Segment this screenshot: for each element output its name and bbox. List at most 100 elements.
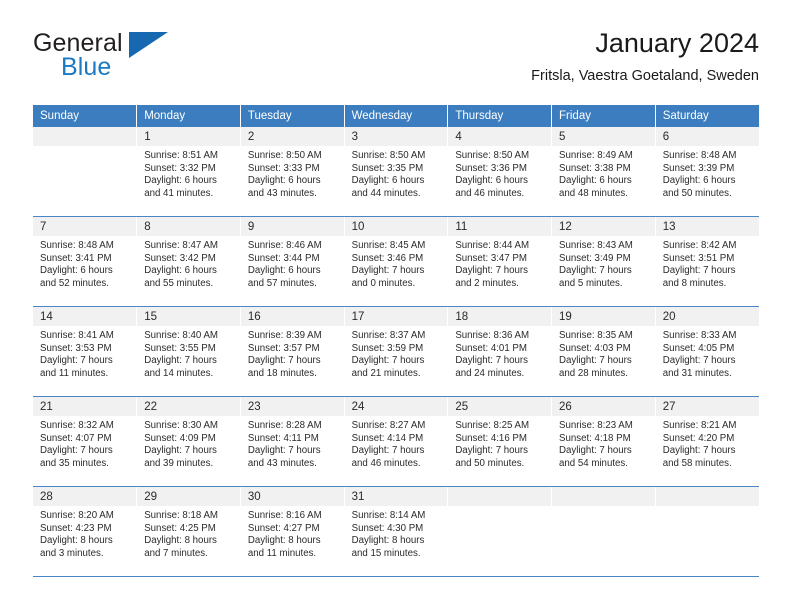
calendar-day-cell[interactable]: 10 Sunrise: 8:45 AM Sunset: 3:46 PM Dayligh…: [344, 216, 449, 307]
daylight-text-line2: and 8 minutes.: [662, 277, 727, 289]
daylight-text-line2: and 39 minutes.: [144, 457, 214, 469]
day-cell-details: [552, 506, 655, 510]
sunrise-text: Sunrise: 8:43 AM: [559, 240, 633, 251]
sunset-text: Sunset: 3:44 PM: [247, 252, 320, 264]
day-cell-details: Sunrise: 8:33 AM Sunset: 4:05 PM Daylight:…: [656, 326, 759, 380]
daylight-text-line1: Daylight: 7 hours: [351, 355, 425, 367]
calendar-day-cell-empty: [447, 486, 553, 577]
calendar-day-cell[interactable]: 13 Sunrise: 8:42 AM Sunset: 3:51 PM Dayligh…: [655, 216, 759, 307]
day-number: 24: [344, 397, 448, 416]
calendar-day-cell[interactable]: 7 Sunrise: 8:48 AM Sunset: 3:41 PM Daylight…: [33, 216, 138, 307]
calendar-grid: Sunday Monday Tuesday Wednesday Thursday…: [33, 105, 759, 577]
daylight-text-line2: and 43 minutes.: [247, 457, 317, 469]
calendar-header-row: Sunday Monday Tuesday Wednesday Thursday…: [33, 105, 759, 127]
day-number: 8: [137, 217, 240, 236]
sunset-text: Sunset: 3:59 PM: [351, 342, 424, 354]
page-header: General Blue January 2024 Fritsla, Vaest…: [33, 26, 759, 96]
day-cell-details: Sunrise: 8:45 AM Sunset: 3:46 PM Daylight:…: [345, 236, 448, 290]
calendar-week-row: 21 Sunrise: 8:32 AM Sunset: 4:07 PM Dayligh…: [33, 396, 759, 487]
sunrise-text: Sunrise: 8:20 AM: [40, 510, 114, 521]
calendar-day-cell[interactable]: 17 Sunrise: 8:37 AM Sunset: 3:59 PM Dayligh…: [344, 306, 449, 397]
daylight-text-line1: Daylight: 8 hours: [40, 535, 113, 547]
calendar-day-cell[interactable]: 31 Sunrise: 8:14 AM Sunset: 4:30 PM Dayligh…: [344, 486, 449, 577]
daylight-text-line1: Daylight: 8 hours: [144, 535, 217, 547]
sunrise-text: Sunrise: 8:48 AM: [662, 150, 737, 161]
calendar-day-cell[interactable]: 9 Sunrise: 8:46 AM Sunset: 3:44 PM Daylight…: [240, 216, 345, 307]
weekday-header-wednesday: Wednesday: [344, 105, 449, 127]
calendar-day-cell[interactable]: 8 Sunrise: 8:47 AM Sunset: 3:42 PM Daylight…: [136, 216, 241, 307]
sunset-text: Sunset: 4:27 PM: [247, 522, 320, 534]
sunset-text: Sunset: 4:30 PM: [351, 522, 424, 534]
daylight-text-line2: and 46 minutes.: [351, 457, 421, 469]
calendar-day-cell[interactable]: 22 Sunrise: 8:30 AM Sunset: 4:09 PM Dayligh…: [136, 396, 241, 487]
daylight-text-line1: Daylight: 7 hours: [40, 445, 113, 457]
sunset-text: Sunset: 4:09 PM: [144, 432, 216, 444]
day-cell-details: Sunrise: 8:47 AM Sunset: 3:42 PM Daylight:…: [137, 236, 240, 290]
sunrise-text: Sunrise: 8:28 AM: [247, 420, 322, 431]
calendar-day-cell[interactable]: 2 Sunrise: 8:50 AM Sunset: 3:33 PM Daylight…: [240, 127, 345, 217]
calendar-day-cell[interactable]: 28 Sunrise: 8:20 AM Sunset: 4:23 PM Dayligh…: [33, 486, 138, 577]
calendar-day-cell[interactable]: 26 Sunrise: 8:23 AM Sunset: 4:18 PM Dayligh…: [551, 396, 656, 487]
day-cell-details: Sunrise: 8:43 AM Sunset: 3:49 PM Daylight:…: [552, 236, 655, 290]
calendar-day-cell[interactable]: 6 Sunrise: 8:48 AM Sunset: 3:39 PM Daylight…: [655, 127, 759, 217]
calendar-day-cell-empty: [33, 127, 138, 217]
calendar-day-cell[interactable]: 29 Sunrise: 8:18 AM Sunset: 4:25 PM Dayligh…: [136, 486, 241, 577]
calendar-day-cell[interactable]: 24 Sunrise: 8:27 AM Sunset: 4:14 PM Dayligh…: [344, 396, 449, 487]
day-number: 22: [137, 397, 240, 416]
calendar-day-cell[interactable]: 23 Sunrise: 8:28 AM Sunset: 4:11 PM Dayligh…: [240, 396, 345, 487]
sunrise-text: Sunrise: 8:50 AM: [247, 150, 322, 161]
sunset-text: Sunset: 3:49 PM: [559, 252, 631, 264]
calendar-day-cell[interactable]: 3 Sunrise: 8:50 AM Sunset: 3:35 PM Daylight…: [344, 127, 449, 217]
daylight-text-line1: Daylight: 7 hours: [455, 355, 529, 367]
calendar-week-row: 14 Sunrise: 8:41 AM Sunset: 3:53 PM Dayligh…: [33, 306, 759, 397]
calendar-day-cell[interactable]: 14 Sunrise: 8:41 AM Sunset: 3:53 PM Dayligh…: [33, 306, 138, 397]
day-cell-inner: 3 Sunrise: 8:50 AM Sunset: 3:35 PM Daylight…: [344, 127, 448, 216]
calendar-day-cell[interactable]: 15 Sunrise: 8:40 AM Sunset: 3:55 PM Dayligh…: [136, 306, 241, 397]
sunrise-text: Sunrise: 8:46 AM: [247, 240, 322, 251]
calendar-day-cell[interactable]: 30 Sunrise: 8:16 AM Sunset: 4:27 PM Dayligh…: [240, 486, 345, 577]
day-number: 29: [137, 487, 240, 506]
day-cell-inner: 27 Sunrise: 8:21 AM Sunset: 4:20 PM Dayligh…: [655, 397, 759, 486]
weekday-header-friday: Friday: [551, 105, 656, 127]
day-number: 16: [240, 307, 344, 326]
day-cell-inner: 18 Sunrise: 8:36 AM Sunset: 4:01 PM Dayligh…: [448, 307, 552, 396]
daylight-text-line2: and 11 minutes.: [247, 547, 317, 559]
calendar-day-cell[interactable]: 21 Sunrise: 8:32 AM Sunset: 4:07 PM Dayligh…: [33, 396, 138, 487]
day-cell-details: Sunrise: 8:48 AM Sunset: 3:41 PM Daylight:…: [33, 236, 136, 290]
day-cell-inner: 13 Sunrise: 8:42 AM Sunset: 3:51 PM Dayligh…: [655, 217, 759, 306]
day-number: [552, 487, 655, 506]
daylight-text-line2: and 0 minutes.: [351, 277, 416, 289]
daylight-text-line1: Daylight: 6 hours: [40, 265, 113, 277]
day-number: 20: [655, 307, 759, 326]
day-cell-inner: 21 Sunrise: 8:32 AM Sunset: 4:07 PM Dayligh…: [33, 397, 137, 486]
calendar-day-cell[interactable]: 4 Sunrise: 8:50 AM Sunset: 3:36 PM Daylight…: [447, 127, 553, 217]
calendar-day-cell[interactable]: 19 Sunrise: 8:35 AM Sunset: 4:03 PM Dayligh…: [551, 306, 656, 397]
calendar-day-cell[interactable]: 27 Sunrise: 8:21 AM Sunset: 4:20 PM Dayligh…: [655, 396, 759, 487]
day-cell-inner: 16 Sunrise: 8:39 AM Sunset: 3:57 PM Dayligh…: [240, 307, 344, 396]
calendar-day-cell[interactable]: 5 Sunrise: 8:49 AM Sunset: 3:38 PM Daylight…: [551, 127, 656, 217]
day-number: 21: [33, 397, 137, 416]
day-cell-details: Sunrise: 8:27 AM Sunset: 4:14 PM Daylight:…: [345, 416, 448, 470]
day-cell-inner: 14 Sunrise: 8:41 AM Sunset: 3:53 PM Dayligh…: [33, 307, 137, 396]
calendar-day-cell[interactable]: 18 Sunrise: 8:36 AM Sunset: 4:01 PM Dayligh…: [447, 306, 553, 397]
day-number: 15: [137, 307, 240, 326]
calendar-day-cell[interactable]: 25 Sunrise: 8:25 AM Sunset: 4:16 PM Dayligh…: [447, 396, 553, 487]
day-cell-details: Sunrise: 8:44 AM Sunset: 3:47 PM Daylight:…: [448, 236, 551, 290]
day-number: 5: [552, 127, 655, 146]
daylight-text-line1: Daylight: 7 hours: [662, 265, 736, 277]
day-number: 17: [344, 307, 448, 326]
sunrise-text: Sunrise: 8:49 AM: [559, 150, 633, 161]
day-number: 2: [240, 127, 344, 146]
day-number: 23: [240, 397, 344, 416]
daylight-text-line1: Daylight: 8 hours: [247, 535, 321, 547]
calendar-day-cell[interactable]: 16 Sunrise: 8:39 AM Sunset: 3:57 PM Dayligh…: [240, 306, 345, 397]
day-cell-inner: 6 Sunrise: 8:48 AM Sunset: 3:39 PM Daylight…: [655, 127, 759, 216]
daylight-text-line1: Daylight: 6 hours: [662, 175, 736, 187]
calendar-day-cell[interactable]: 20 Sunrise: 8:33 AM Sunset: 4:05 PM Dayligh…: [655, 306, 759, 397]
day-cell-inner: 7 Sunrise: 8:48 AM Sunset: 3:41 PM Daylight…: [33, 217, 137, 306]
calendar-day-cell[interactable]: 12 Sunrise: 8:43 AM Sunset: 3:49 PM Dayligh…: [551, 216, 656, 307]
day-number: 14: [33, 307, 137, 326]
sunrise-text: Sunrise: 8:41 AM: [40, 330, 114, 341]
calendar-day-cell[interactable]: 1 Sunrise: 8:51 AM Sunset: 3:32 PM Daylight…: [136, 127, 241, 217]
calendar-day-cell[interactable]: 11 Sunrise: 8:44 AM Sunset: 3:47 PM Dayligh…: [447, 216, 553, 307]
